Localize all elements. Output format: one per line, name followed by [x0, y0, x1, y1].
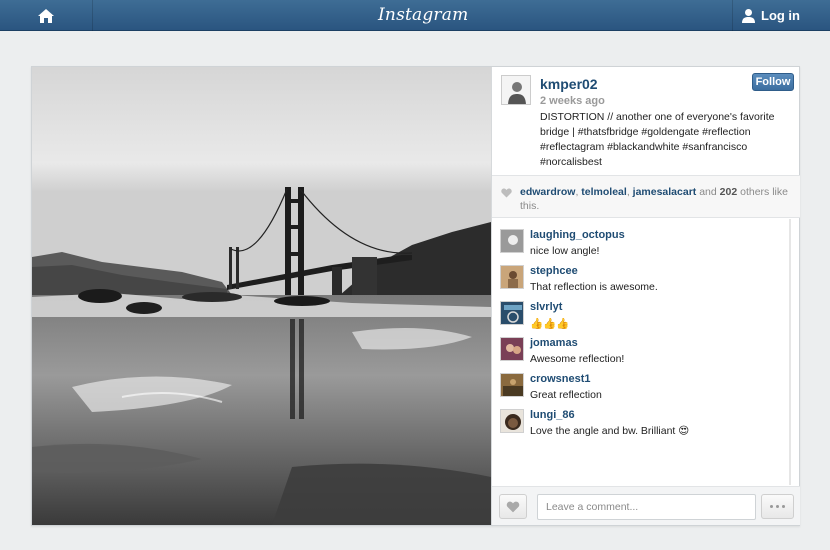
home-icon	[38, 8, 54, 23]
home-button[interactable]	[0, 0, 93, 31]
commenter-avatar[interactable]	[500, 337, 524, 361]
commenter-username[interactable]: slvrlyt	[530, 301, 562, 313]
post-sidebar: kmper02 Follow 2 weeks ago DISTORTION //…	[491, 67, 800, 525]
commenter-avatar-image	[501, 266, 523, 288]
like-button[interactable]	[499, 494, 527, 519]
instagram-logo[interactable]: Instagram	[378, 2, 468, 28]
comment-text: 👍👍👍	[530, 318, 570, 330]
list-item: jomamas Awesome reflection!	[500, 337, 780, 373]
comment-footer	[492, 486, 800, 525]
commenter-avatar-image	[501, 410, 523, 432]
commenter-username[interactable]: stephcee	[530, 265, 578, 277]
commenter-avatar[interactable]	[500, 265, 524, 289]
list-item: laughing_octopus nice low angle!	[500, 229, 780, 265]
commenter-avatar[interactable]	[500, 373, 524, 397]
author-avatar[interactable]	[501, 75, 531, 105]
liker-link[interactable]: jamesalacart	[633, 186, 697, 198]
heart-icon	[506, 501, 520, 512]
commenter-avatar-image	[501, 302, 523, 324]
commenter-avatar-image	[501, 338, 523, 360]
list-item: crowsnest1 Great reflection	[500, 373, 780, 409]
likes-summary: edwardrow, telmoleal, jamesalacart and 2…	[492, 175, 800, 218]
commenter-avatar-image	[501, 230, 523, 252]
commenter-username[interactable]: jomamas	[530, 337, 578, 349]
likes-count[interactable]: 202	[720, 186, 738, 198]
commenter-username[interactable]: lungi_86	[530, 409, 575, 421]
list-item: lungi_86 Love the angle and bw. Brillian…	[500, 409, 780, 445]
liker-link[interactable]: edwardrow	[520, 186, 575, 198]
more-options-button[interactable]	[761, 494, 794, 519]
post-timestamp: 2 weeks ago	[540, 95, 605, 107]
comments-list: laughing_octopus nice low angle! stephce…	[492, 218, 800, 486]
comment-input[interactable]	[537, 494, 756, 520]
user-icon	[742, 9, 755, 23]
comment-text: That reflection is awesome.	[530, 281, 658, 293]
comments-scrollbar[interactable]	[789, 219, 791, 485]
post-card: kmper02 Follow 2 weeks ago DISTORTION //…	[31, 66, 800, 526]
comment-text: nice low angle!	[530, 245, 600, 257]
post-photo[interactable]	[32, 67, 491, 525]
post-caption: DISTORTION // another one of everyone's …	[540, 111, 775, 168]
golden-gate-bridge-photo	[32, 67, 491, 525]
comment-text: Awesome reflection!	[530, 353, 625, 365]
commenter-avatar-image	[501, 374, 523, 396]
list-item: stephcee That reflection is awesome.	[500, 265, 780, 301]
ellipsis-icon	[770, 505, 785, 508]
commenter-username[interactable]: laughing_octopus	[530, 229, 625, 241]
likes-and-text: and	[696, 186, 720, 198]
post-header: kmper02 Follow 2 weeks ago DISTORTION //…	[492, 67, 800, 175]
comment-text: Great reflection	[530, 389, 602, 401]
commenter-avatar[interactable]	[500, 301, 524, 325]
commenter-avatar[interactable]	[500, 409, 524, 433]
commenter-username[interactable]: crowsnest1	[530, 373, 591, 385]
liker-link[interactable]: telmoleal	[581, 186, 627, 198]
author-avatar-image	[502, 76, 530, 104]
heart-icon	[501, 188, 512, 198]
top-nav-bar: Instagram Log in	[0, 0, 830, 31]
comment-text: Love the angle and bw. Brilliant 😍	[530, 425, 690, 437]
login-label: Log in	[761, 8, 800, 23]
author-username[interactable]: kmper02	[540, 76, 598, 92]
follow-button[interactable]: Follow	[752, 73, 794, 91]
commenter-avatar[interactable]	[500, 229, 524, 253]
list-item: slvrlyt 👍👍👍	[500, 301, 780, 337]
login-button[interactable]: Log in	[732, 0, 830, 31]
